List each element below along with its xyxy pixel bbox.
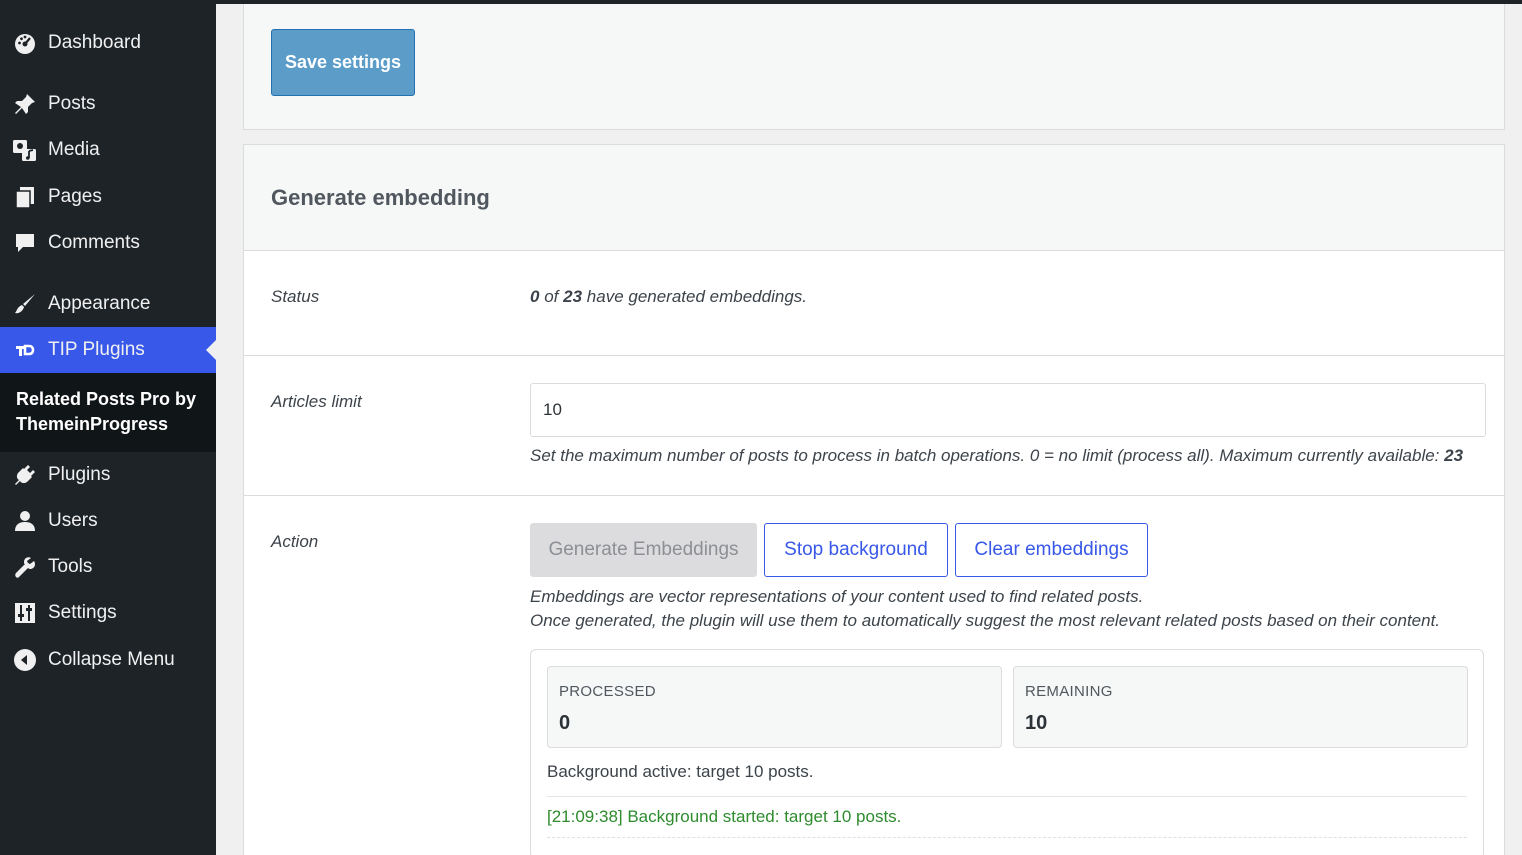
- stop-background-button[interactable]: Stop background: [764, 523, 948, 577]
- sidebar-item-dashboard[interactable]: Dashboard: [0, 20, 216, 66]
- sidebar-item-posts[interactable]: Posts: [0, 81, 216, 127]
- save-settings-button[interactable]: Save settings: [271, 29, 415, 96]
- pages-icon: [12, 184, 38, 210]
- sidebar-item-tools[interactable]: Tools: [0, 544, 216, 590]
- articles-limit-description: Set the maximum number of posts to proce…: [530, 446, 1463, 466]
- settings-footer-panel: Save settings: [243, 0, 1505, 130]
- total-count: 23: [563, 287, 583, 306]
- status-row: Status 0 of 23 have generated embeddings…: [244, 251, 1504, 356]
- sidebar-item-label: Collapse Menu: [48, 649, 175, 670]
- pin-icon: [12, 91, 38, 117]
- dashboard-icon: [12, 30, 38, 56]
- top-edge-bar: [0, 0, 1522, 4]
- sidebar-item-label: Dashboard: [48, 32, 141, 53]
- limit-description-text: Set the maximum number of posts to proce…: [530, 446, 1440, 465]
- collapse-menu-button[interactable]: Collapse Menu: [0, 637, 216, 683]
- limit-max-available: 23: [1444, 446, 1464, 465]
- tip-plugins-submenu: Related Posts Pro by ThemeinProgress: [0, 373, 216, 452]
- sidebar-item-label: Settings: [48, 602, 117, 623]
- action-description-line-2: Once generated, the plugin will use them…: [530, 611, 1441, 630]
- sidebar-item-comments[interactable]: Comments: [0, 220, 216, 266]
- status-suffix-text: have generated embeddings.: [586, 287, 808, 306]
- generate-embeddings-button[interactable]: Generate Embeddings: [530, 523, 757, 577]
- sidebar-item-label: Posts: [48, 93, 96, 114]
- sidebar-item-users[interactable]: Users: [0, 498, 216, 544]
- sliders-icon: [12, 600, 38, 626]
- log-panel: [21:09:38] Background started: target 10…: [547, 796, 1467, 838]
- progress-box: PROCESSED 0 REMAINING 10 Background acti…: [530, 649, 1484, 855]
- sidebar-item-label: TIP Plugins: [48, 339, 145, 360]
- admin-sidebar: Dashboard Posts Media Pages Comments App…: [0, 0, 216, 855]
- plug-icon: [12, 462, 38, 488]
- brush-icon: [12, 291, 38, 317]
- sidebar-item-label: Comments: [48, 232, 140, 253]
- generate-embedding-panel: Generate embedding Status 0 of 23 have g…: [243, 144, 1505, 855]
- collapse-icon: [12, 647, 38, 673]
- media-icon: [12, 137, 38, 163]
- sidebar-item-label: Media: [48, 139, 100, 160]
- submenu-item-related-posts-pro[interactable]: Related Posts Pro by ThemeinProgress: [16, 387, 206, 437]
- action-row: Action Generate Embeddings Stop backgrou…: [244, 496, 1504, 855]
- tip-logo-icon: [12, 337, 38, 363]
- sidebar-item-settings[interactable]: Settings: [0, 590, 216, 636]
- sidebar-item-tip-plugins[interactable]: TIP Plugins: [0, 327, 216, 373]
- processed-value: 0: [559, 712, 571, 734]
- articles-limit-row: Articles limit 10 Set the maximum number…: [244, 356, 1504, 496]
- user-icon: [12, 508, 38, 534]
- sidebar-item-plugins[interactable]: Plugins: [0, 452, 216, 498]
- log-line: [21:09:38] Background started: target 10…: [547, 807, 902, 826]
- wrench-icon: [12, 554, 38, 580]
- status-of-text: of: [544, 287, 559, 306]
- processed-label: PROCESSED: [559, 683, 656, 700]
- status-value: 0 of 23 have generated embeddings.: [530, 287, 807, 307]
- sidebar-item-label: Appearance: [48, 293, 151, 314]
- embedded-count: 0: [530, 287, 540, 306]
- remaining-stat: REMAINING 10: [1013, 666, 1468, 748]
- comment-icon: [12, 230, 38, 256]
- action-description-line-1: Embeddings are vector representations of…: [530, 587, 1144, 606]
- sidebar-item-pages[interactable]: Pages: [0, 174, 216, 220]
- articles-limit-input[interactable]: 10: [530, 383, 1486, 437]
- clear-embeddings-button[interactable]: Clear embeddings: [955, 523, 1148, 577]
- sidebar-item-media[interactable]: Media: [0, 127, 216, 173]
- sidebar-item-label: Plugins: [48, 464, 111, 485]
- status-label: Status: [271, 287, 320, 306]
- sidebar-item-label: Tools: [48, 556, 93, 577]
- remaining-label: REMAINING: [1025, 683, 1113, 700]
- section-header: Generate embedding: [244, 145, 1504, 251]
- processed-stat: PROCESSED 0: [547, 666, 1002, 748]
- sidebar-item-label: Users: [48, 510, 98, 531]
- sidebar-item-label: Pages: [48, 186, 102, 207]
- background-status: Background active: target 10 posts.: [547, 762, 814, 781]
- section-title: Generate embedding: [271, 185, 490, 210]
- sidebar-item-appearance[interactable]: Appearance: [0, 281, 216, 327]
- action-label: Action: [271, 532, 319, 551]
- articles-limit-label: Articles limit: [271, 392, 362, 411]
- remaining-value: 10: [1025, 712, 1048, 734]
